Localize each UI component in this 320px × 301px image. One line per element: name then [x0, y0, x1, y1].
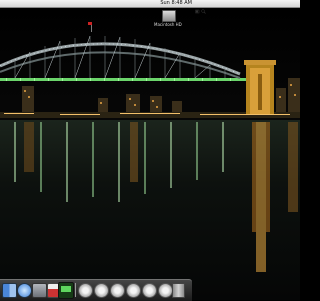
dock-separator	[75, 283, 76, 297]
disk-volume-icon[interactable]	[94, 283, 109, 298]
dock	[0, 279, 192, 301]
disk-volume-icon[interactable]	[142, 283, 157, 298]
menubar-clock[interactable]: Sun 8:48 AM	[160, 0, 192, 7]
safari-icon[interactable]	[17, 283, 32, 298]
disk-volume-icon[interactable]	[126, 283, 141, 298]
disk-volume-icon[interactable]	[78, 283, 93, 298]
desktop-icon-label: Macintosh HD	[154, 22, 182, 27]
spotlight-icon[interactable]	[201, 1, 206, 14]
dashboard-icon[interactable]	[58, 282, 74, 299]
battery-icon[interactable]	[195, 1, 200, 14]
menu-bar: Sun 8:48 AM	[0, 0, 300, 14]
finder-icon[interactable]	[2, 283, 17, 298]
hard-drive-icon	[162, 10, 176, 22]
disk-volume-icon[interactable]	[158, 283, 173, 298]
disk-volume-icon[interactable]	[110, 283, 125, 298]
desktop-icon-macintosh-hd[interactable]: Macintosh HD	[154, 10, 182, 27]
desktop-wallpaper	[0, 8, 300, 300]
mail-icon[interactable]	[32, 283, 47, 298]
trash-icon[interactable]	[172, 283, 185, 298]
